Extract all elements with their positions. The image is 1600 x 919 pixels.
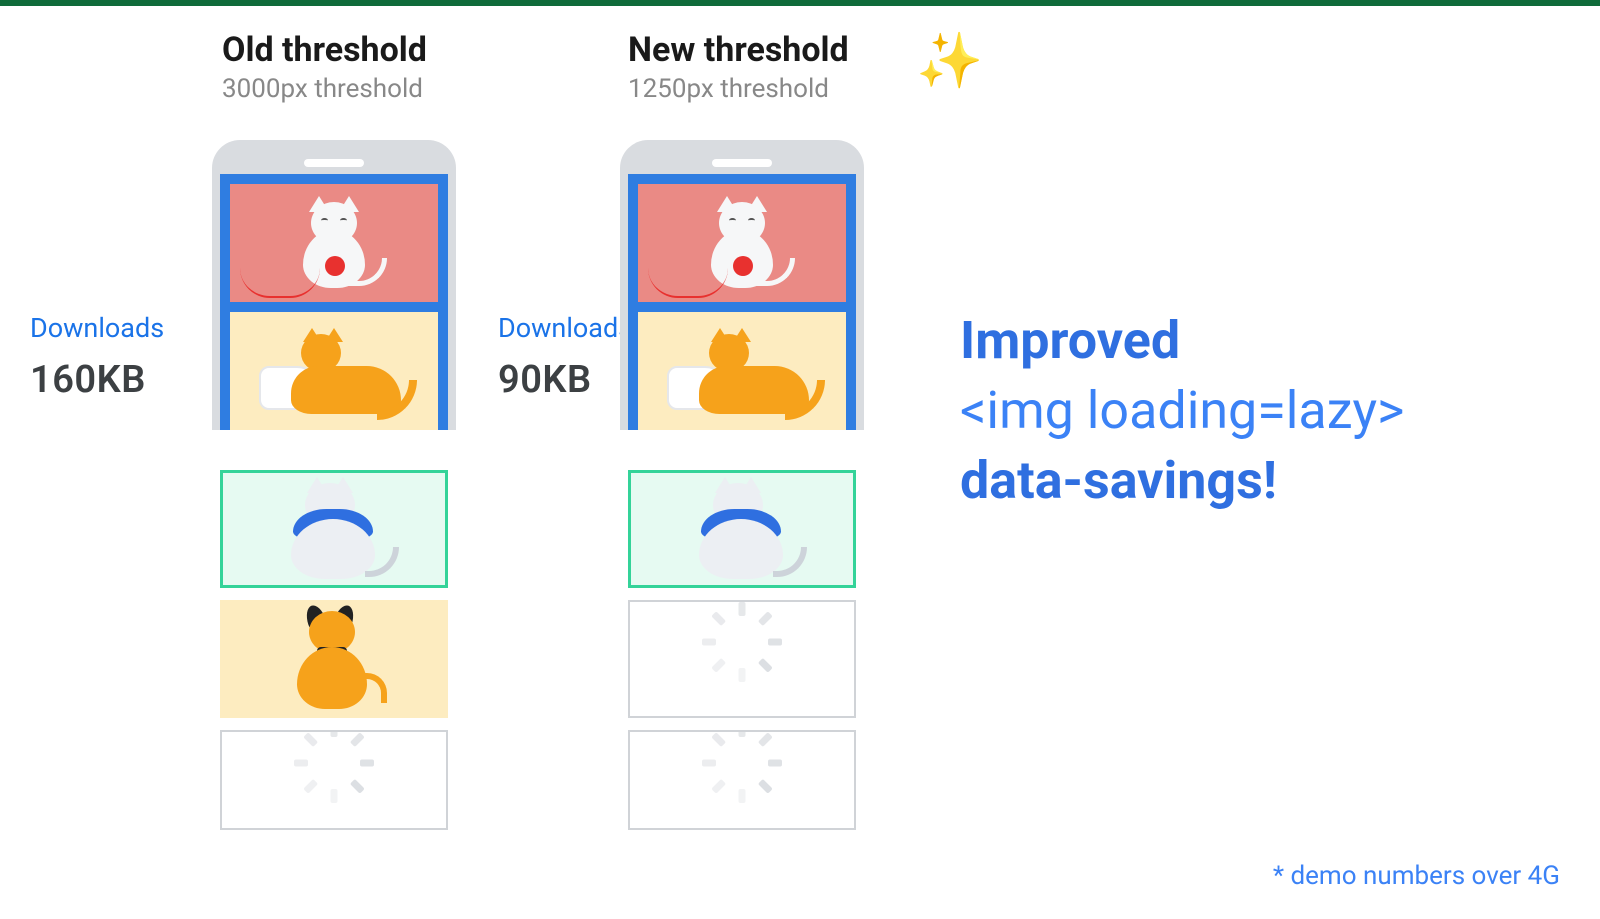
card-cat-yarn: [230, 184, 438, 302]
spinner-icon: [718, 635, 766, 683]
card-dog-loaded: [220, 600, 448, 718]
new-threshold-subtitle: 1250px threshold: [628, 74, 849, 104]
card-placeholder: [628, 600, 856, 718]
dog-illustration: [279, 609, 389, 709]
cat-cape-illustration: [279, 479, 389, 579]
old-downloads-size: 160KB: [30, 358, 146, 402]
card-placeholder: [628, 730, 856, 830]
new-threshold-title: New threshold: [628, 30, 849, 70]
phone-speaker-icon: [712, 159, 772, 167]
old-below-stack: [220, 458, 448, 830]
new-threshold-header: New threshold 1250px threshold: [628, 30, 849, 104]
old-phone-screen: [220, 174, 448, 430]
new-below-stack: [628, 458, 856, 830]
card-cat-yarn: [638, 184, 846, 302]
old-downloads-label: Downloads: [30, 312, 164, 344]
cat-shoe-illustration: [259, 326, 409, 416]
card-cat-cape-loaded: [220, 470, 448, 588]
card-cat-shoe: [638, 312, 846, 430]
card-cat-cape-loaded: [628, 470, 856, 588]
footnote: * demo numbers over 4G: [1273, 861, 1560, 891]
old-phone-frame: [212, 140, 456, 430]
headline-line1: Improved: [960, 310, 1180, 371]
cat-cape-illustration: [687, 479, 797, 579]
new-phone-frame: [620, 140, 864, 430]
old-threshold-title: Old threshold: [222, 30, 427, 70]
headline-line2: <img loading=lazy>: [960, 380, 1404, 441]
old-threshold-subtitle: 3000px threshold: [222, 74, 427, 104]
card-cat-shoe: [230, 312, 438, 430]
cat-shoe-illustration: [667, 326, 817, 416]
old-threshold-header: Old threshold 3000px threshold: [222, 30, 427, 104]
phone-speaker-icon: [304, 159, 364, 167]
new-phone-screen: [628, 174, 856, 430]
sparkles-icon: ✨: [916, 30, 983, 93]
diagram-stage: Old threshold 3000px threshold New thres…: [0, 6, 1600, 919]
new-downloads-label: Downloads: [498, 312, 632, 344]
card-placeholder: [220, 730, 448, 830]
headline-line3: data-savings!: [960, 450, 1277, 511]
new-downloads-size: 90KB: [498, 358, 592, 402]
headline: Improved <img loading=lazy> data-savings…: [960, 306, 1404, 517]
spinner-icon: [310, 756, 358, 804]
spinner-icon: [718, 756, 766, 804]
